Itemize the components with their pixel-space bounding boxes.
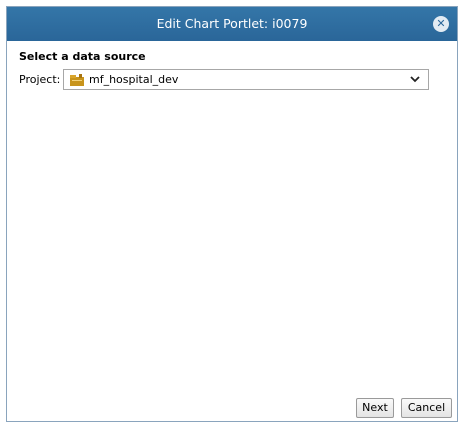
cancel-button[interactable]: Cancel: [401, 398, 452, 418]
project-label: Project:: [19, 73, 61, 86]
chevron-down-icon: [410, 76, 420, 83]
project-select-value: mf_hospital_dev: [89, 73, 179, 86]
section-heading: Select a data source: [19, 50, 146, 63]
project-select[interactable]: mf_hospital_dev: [63, 69, 429, 90]
dialog-titlebar: Edit Chart Portlet: i0079 ✕: [7, 7, 457, 41]
close-icon[interactable]: ✕: [433, 16, 449, 32]
edit-chart-portlet-dialog: Edit Chart Portlet: i0079 ✕ Select a dat…: [6, 6, 458, 422]
project-folder-icon: [70, 74, 84, 86]
next-button[interactable]: Next: [356, 398, 394, 418]
dialog-title: Edit Chart Portlet: i0079: [156, 16, 308, 31]
